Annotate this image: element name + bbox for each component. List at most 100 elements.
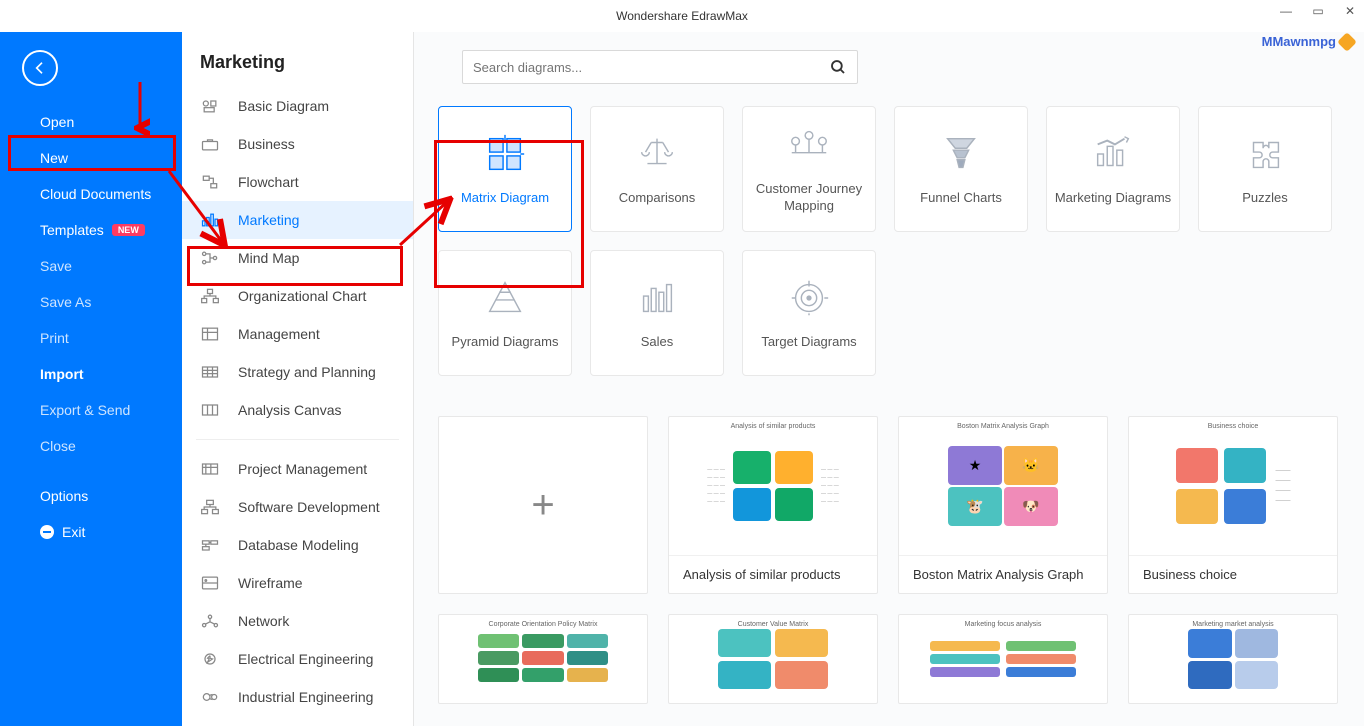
strategy-icon [200, 363, 220, 381]
tile-matrix-diagram[interactable]: Matrix Diagram [438, 106, 572, 232]
template-thumbnail: Marketing market analysis [1129, 615, 1337, 703]
funnel-icon [938, 132, 984, 176]
marketing-diagram-icon [1090, 132, 1136, 176]
category-analysis-canvas[interactable]: Analysis Canvas [182, 391, 413, 429]
category-divider [196, 439, 399, 440]
user-name[interactable]: MMawnmpg [1262, 34, 1354, 49]
mindmap-icon [200, 249, 220, 267]
category-database-modeling[interactable]: Database Modeling [182, 526, 413, 564]
title-bar: Wondershare EdrawMax — ▭ ✕ [0, 0, 1364, 32]
basic-icon [200, 97, 220, 115]
tile-sales[interactable]: Sales [590, 250, 724, 376]
template-label: Business choice [1129, 555, 1337, 593]
category-panel: Marketing Basic DiagramBusinessFlowchart… [182, 32, 414, 726]
nav-open[interactable]: Open [0, 104, 182, 140]
tile-customer-journey-mapping[interactable]: Customer Journey Mapping [742, 106, 876, 232]
balance-icon [634, 132, 680, 176]
tile-comparisons[interactable]: Comparisons [590, 106, 724, 232]
content-area: Matrix DiagramComparisonsCustomer Journe… [414, 32, 1364, 726]
search-icon [829, 58, 847, 76]
database-icon [200, 536, 220, 554]
template-label: Boston Matrix Analysis Graph [899, 555, 1107, 593]
org-icon [200, 287, 220, 305]
marketing-icon [200, 211, 220, 229]
tile-puzzles[interactable]: Puzzles [1198, 106, 1332, 232]
category-industrial-engineering[interactable]: Industrial Engineering [182, 678, 413, 716]
maximize-button[interactable]: ▭ [1310, 4, 1326, 18]
template-thumbnail: Analysis of similar products— — —— — —— … [669, 417, 877, 555]
category-building-plan[interactable]: Building Plan [182, 716, 413, 726]
nav-import[interactable]: Import [0, 356, 182, 392]
template-corporate[interactable]: Corporate Orientation Policy Matrix [438, 614, 648, 704]
target-icon [786, 276, 832, 320]
nav-exit[interactable]: Exit [0, 514, 182, 550]
category-organizational-chart[interactable]: Organizational Chart [182, 277, 413, 315]
template-market[interactable]: Marketing market analysis [1128, 614, 1338, 704]
tile-target-diagrams[interactable]: Target Diagrams [742, 250, 876, 376]
template-thumbnail: Corporate Orientation Policy Matrix [439, 615, 647, 703]
nav-close[interactable]: Close [0, 428, 182, 464]
back-button[interactable] [22, 50, 58, 86]
nav-save-as[interactable]: Save As [0, 284, 182, 320]
exit-icon [40, 525, 54, 539]
template-analysis-of-similar-products[interactable]: Analysis of similar products— — —— — —— … [668, 416, 878, 594]
close-window-button[interactable]: ✕ [1342, 4, 1358, 18]
template-thumbnail: Customer Value Matrix [669, 615, 877, 703]
industrial-icon [200, 688, 220, 706]
new-badge: NEW [112, 224, 145, 236]
template-focus[interactable]: Marketing focus analysis [898, 614, 1108, 704]
nav-new[interactable]: New [0, 140, 182, 176]
category-management[interactable]: Management [182, 315, 413, 353]
user-badge-icon [1337, 32, 1357, 52]
puzzle-icon [1242, 132, 1288, 176]
nav-templates[interactable]: TemplatesNEW [0, 212, 182, 248]
project-icon [200, 460, 220, 478]
file-menu-sidebar: OpenNewCloud DocumentsTemplatesNEWSaveSa… [0, 32, 182, 726]
journey-icon [786, 123, 832, 167]
wireframe-icon [200, 574, 220, 592]
category-project-management[interactable]: Project Management [182, 450, 413, 488]
electrical-icon [200, 650, 220, 668]
search-box[interactable] [462, 50, 858, 84]
category-electrical-engineering[interactable]: Electrical Engineering [182, 640, 413, 678]
category-flowchart[interactable]: Flowchart [182, 163, 413, 201]
template-thumbnail: Boston Matrix Analysis Graph★🐱🐮🐶 [899, 417, 1107, 555]
template-value[interactable]: Customer Value Matrix [668, 614, 878, 704]
category-wireframe[interactable]: Wireframe [182, 564, 413, 602]
tile-funnel-charts[interactable]: Funnel Charts [894, 106, 1028, 232]
category-software-development[interactable]: Software Development [182, 488, 413, 526]
tile-pyramid-diagrams[interactable]: Pyramid Diagrams [438, 250, 572, 376]
template-label: Analysis of similar products [669, 555, 877, 593]
nav-options[interactable]: Options [0, 478, 182, 514]
template-boston-matrix-analysis-graph[interactable]: Boston Matrix Analysis Graph★🐱🐮🐶Boston M… [898, 416, 1108, 594]
tile-marketing-diagrams[interactable]: Marketing Diagrams [1046, 106, 1180, 232]
search-input[interactable] [473, 60, 829, 75]
template-thumbnail: + [439, 417, 647, 593]
category-basic-diagram[interactable]: Basic Diagram [182, 87, 413, 125]
template-blank[interactable]: + [438, 416, 648, 594]
category-strategy-and-planning[interactable]: Strategy and Planning [182, 353, 413, 391]
pyramid-icon [482, 276, 528, 320]
app-title: Wondershare EdrawMax [616, 9, 748, 23]
sales-icon [634, 276, 680, 320]
nav-export-send[interactable]: Export & Send [0, 392, 182, 428]
plus-icon: + [531, 483, 554, 528]
business-icon [200, 135, 220, 153]
template-thumbnail: Business choice———————————— [1129, 417, 1337, 555]
software-icon [200, 498, 220, 516]
management-icon [200, 325, 220, 343]
category-business[interactable]: Business [182, 125, 413, 163]
canvas-icon [200, 401, 220, 419]
category-title: Marketing [182, 32, 413, 87]
category-network[interactable]: Network [182, 602, 413, 640]
nav-cloud-documents[interactable]: Cloud Documents [0, 176, 182, 212]
nav-save[interactable]: Save [0, 248, 182, 284]
matrix-icon [482, 132, 528, 176]
nav-print[interactable]: Print [0, 320, 182, 356]
category-marketing[interactable]: Marketing [182, 201, 413, 239]
network-icon [200, 612, 220, 630]
template-business-choice[interactable]: Business choice————————————Business choi… [1128, 416, 1338, 594]
category-mind-map[interactable]: Mind Map [182, 239, 413, 277]
flowchart-icon [200, 173, 220, 191]
minimize-button[interactable]: — [1278, 4, 1294, 18]
